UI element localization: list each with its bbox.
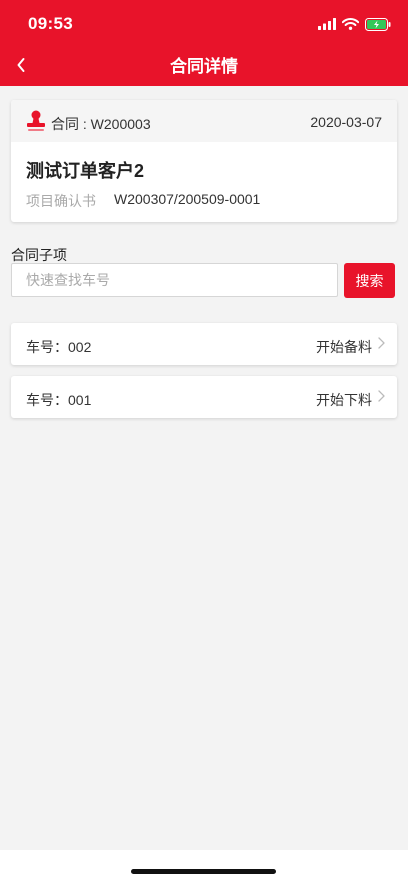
car-number-label: 车号：002: [26, 339, 92, 355]
chevron-right-icon: [378, 337, 385, 349]
contract-card: 合同 : W200003 2020-03-07 测试订单客户2 项目确认书 W2…: [11, 100, 397, 222]
car-status: 开始下料: [316, 392, 372, 408]
status-icons: [318, 15, 391, 33]
bottom-safe-area: [0, 850, 408, 883]
sub-items-title: 合同子项: [11, 247, 67, 263]
nav-bar: 合同详情: [0, 48, 408, 86]
status-time: 09:53: [28, 14, 73, 33]
car-status: 开始备料: [316, 339, 372, 355]
contract-number: 合同 : W200003: [51, 116, 151, 132]
search-button[interactable]: 搜索: [344, 263, 395, 298]
customer-name: 测试订单客户2: [26, 161, 145, 181]
home-indicator[interactable]: [131, 869, 276, 874]
app-header: 09:53 合同详情: [0, 0, 408, 86]
project-value: W200307/200509-0001: [114, 191, 261, 207]
contract-date: 2020-03-07: [310, 114, 382, 130]
contract-header: 合同 : W200003 2020-03-07: [11, 100, 397, 142]
list-item[interactable]: 车号：001 开始下料: [11, 376, 397, 418]
chevron-right-icon: [378, 390, 385, 402]
page-title: 合同详情: [170, 57, 238, 76]
stamp-icon: [27, 110, 45, 131]
battery-icon: [365, 17, 391, 31]
project-label: 项目确认书: [26, 193, 96, 209]
signal-icon: [318, 18, 336, 30]
wifi-icon: [342, 18, 359, 30]
status-bar: 09:53: [0, 0, 408, 48]
search-input[interactable]: [11, 263, 338, 297]
list-item[interactable]: 车号：002 开始备料: [11, 323, 397, 365]
car-number-label: 车号：001: [26, 392, 92, 408]
